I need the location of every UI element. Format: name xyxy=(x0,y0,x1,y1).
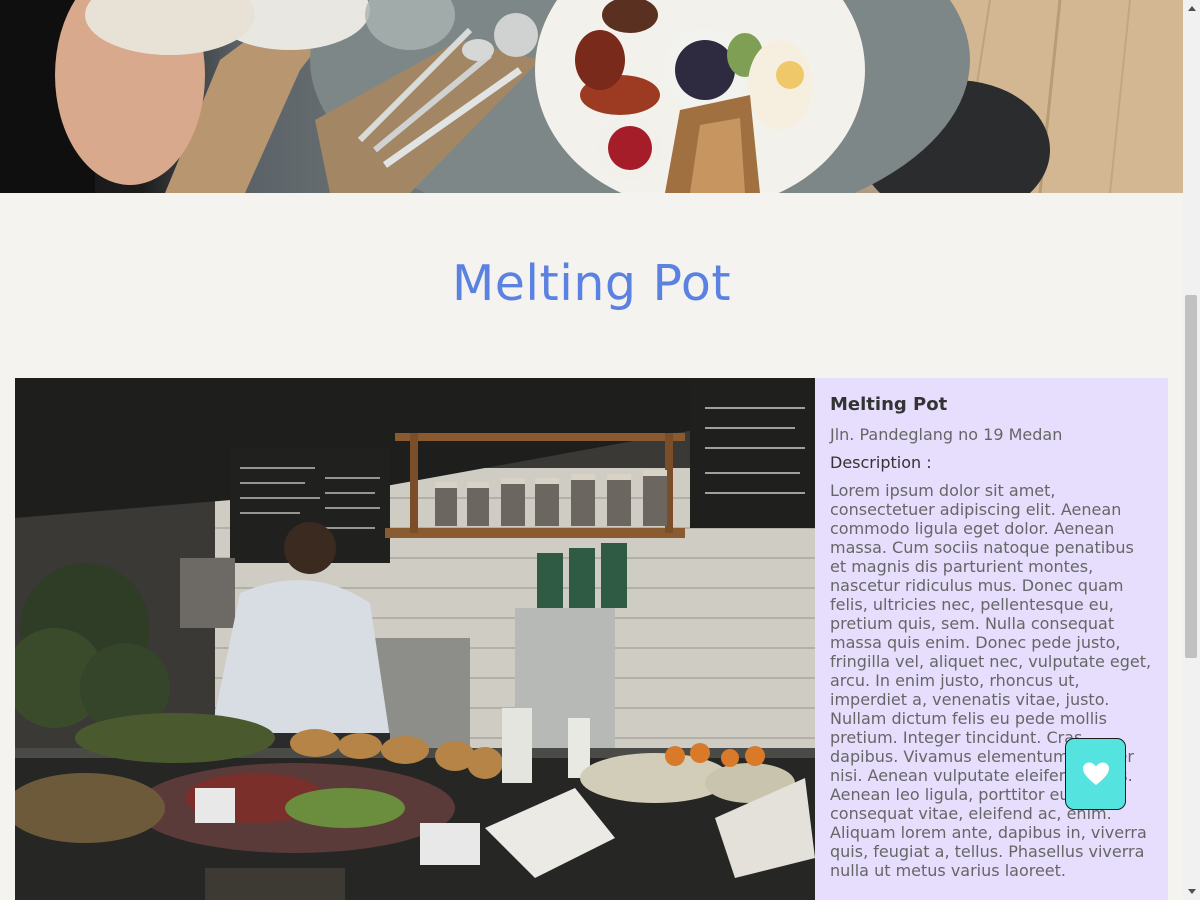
page-viewport: Melting Pot Melting Pot Jln. Pandeglang … xyxy=(0,0,1183,900)
favorite-button[interactable] xyxy=(1065,738,1126,810)
cafe-illustration xyxy=(15,378,815,900)
scroll-down-arrow-icon[interactable] xyxy=(1183,883,1200,900)
description-label: Description : xyxy=(830,453,932,472)
scrollbar-thumb[interactable] xyxy=(1185,295,1197,658)
restaurant-address: Jln. Pandeglang no 19 Medan xyxy=(830,425,1063,444)
page-title: Melting Pot xyxy=(451,255,732,312)
restaurant-description: Lorem ipsum dolor sit amet, consectetuer… xyxy=(830,481,1152,880)
page-scrollbar[interactable] xyxy=(1183,0,1200,900)
restaurant-card: Melting Pot Jln. Pandeglang no 19 Medan … xyxy=(15,378,1168,900)
restaurant-image xyxy=(15,378,815,900)
hero-illustration xyxy=(0,0,1183,193)
heart-icon xyxy=(1082,762,1109,785)
hero-image xyxy=(0,0,1183,193)
scroll-up-arrow-icon[interactable] xyxy=(1183,0,1200,17)
restaurant-name: Melting Pot xyxy=(830,394,948,415)
restaurant-info-panel: Melting Pot Jln. Pandeglang no 19 Medan … xyxy=(815,378,1168,900)
